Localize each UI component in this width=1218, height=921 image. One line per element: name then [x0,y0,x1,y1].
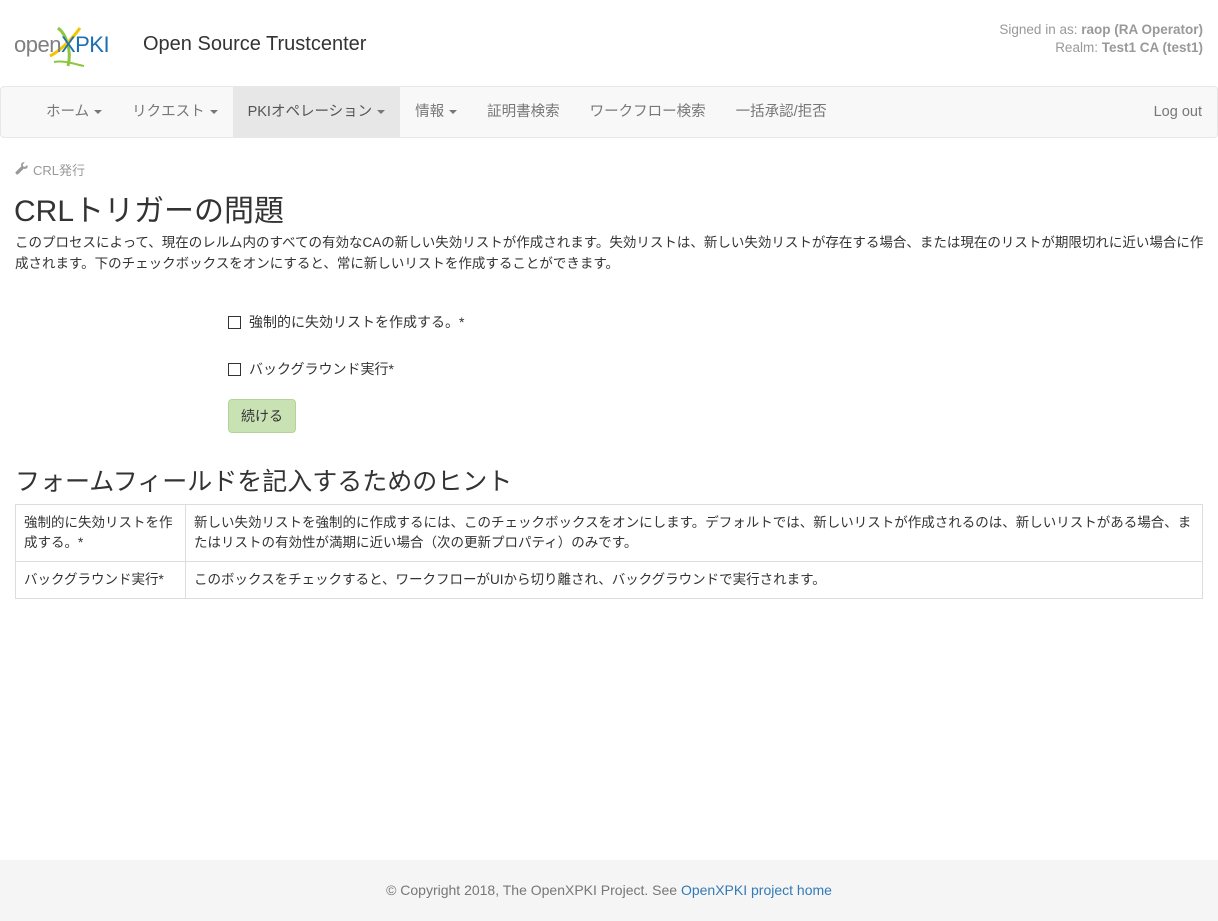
caret-down-icon [209,110,218,115]
continue-button[interactable]: 続ける [228,399,296,433]
hints-title: フォームフィールドを記入するためのヒント [15,468,513,496]
copyright-text: © Copyright 2018, The OpenXPKI Project. … [386,882,681,898]
realm-value: Test1 CA (test1) [1101,40,1203,55]
nav-item-bulk-approve[interactable]: 一括承認/拒否 [721,87,842,137]
logo-open-text: open [14,32,61,57]
table-row: バックグラウンド実行* このボックスをチェックすると、ワークフローがUIから切り… [15,561,1203,599]
signed-in-line: Signed in as: raop (RA Operator) [999,21,1203,39]
main-navbar: ホーム リクエスト PKIオペレーション 情報 証明書検索 ワークフロー検索 一… [0,86,1218,138]
nav-menu: ホーム リクエスト PKIオペレーション 情報 証明書検索 ワークフロー検索 一… [31,87,842,137]
app-header: openXPKI Open Source Trustcenter Signed … [0,0,1218,86]
caret-down-icon [94,110,103,115]
force-crl-checkbox[interactable] [228,315,241,329]
hint-field-cell: バックグラウンド実行* [15,561,186,599]
caret-down-icon [377,110,386,115]
signed-in-label: Signed in as: [999,22,1078,37]
nav-item-label: リクエスト [132,104,205,120]
openxpki-logo[interactable]: openXPKI [14,24,110,68]
logout-link[interactable]: Log out [1154,87,1202,137]
caret-down-icon [449,110,458,115]
force-crl-label: 強制的に失効リストを作成する。* [249,314,465,330]
hint-text-cell: 新しい失効リストを強制的に作成するには、このチェックボックスをオンにします。デフ… [185,504,1203,562]
breadcrumb: CRL発行 [15,160,85,179]
wrench-icon [15,161,28,178]
site-title: Open Source Trustcenter [143,33,367,55]
page-description: このプロセスによって、現在のレルム内のすべての有効なCAの新しい失効リストが作成… [15,235,1204,271]
background-run-option[interactable]: バックグラウンド実行* [228,359,464,379]
page-footer: © Copyright 2018, The OpenXPKI Project. … [0,860,1218,921]
nav-item-label: 証明書検索 [487,104,560,120]
nav-item-label: ホーム [46,104,90,120]
crl-form: 強制的に失効リストを作成する。* バックグラウンド実行* 続ける [228,312,464,433]
page-title: CRLトリガーの問題 [14,195,285,228]
table-row: 強制的に失効リストを作成する。* 新しい失効リストを強制的に作成するには、このチ… [15,504,1203,562]
logo-wordmark: openXPKI [14,32,110,58]
signed-in-user: raop (RA Operator) [1081,22,1203,37]
background-run-label: バックグラウンド実行* [249,361,394,377]
breadcrumb-label: CRL発行 [33,163,86,178]
nav-item-workflow-search[interactable]: ワークフロー検索 [575,87,721,137]
background-run-checkbox[interactable] [228,362,241,376]
nav-item-label: 情報 [415,104,445,120]
hint-text-cell: このボックスをチェックすると、ワークフローがUIから切り離され、バックグラウンド… [185,561,1203,599]
project-home-link[interactable]: OpenXPKI project home [681,882,832,898]
realm-label: Realm: [1055,40,1098,55]
nav-item-home[interactable]: ホーム [31,87,117,137]
nav-item-request[interactable]: リクエスト [117,87,233,137]
force-crl-option[interactable]: 強制的に失効リストを作成する。* [228,312,464,332]
realm-line: Realm: Test1 CA (test1) [999,39,1203,57]
nav-item-label: 一括承認/拒否 [735,104,827,120]
hints-table: 強制的に失効リストを作成する。* 新しい失効リストを強制的に作成するには、このチ… [15,504,1203,599]
hint-field-cell: 強制的に失効リストを作成する。* [15,504,186,562]
user-info: Signed in as: raop (RA Operator) Realm: … [999,21,1203,57]
nav-item-pki-operation[interactable]: PKIオペレーション [232,87,401,137]
nav-item-certificate-search[interactable]: 証明書検索 [472,87,575,137]
nav-item-label: ワークフロー検索 [589,104,706,120]
nav-item-info[interactable]: 情報 [400,87,472,137]
nav-item-label: PKIオペレーション [247,104,373,120]
logo-xpki-text: XPKI [60,32,110,57]
